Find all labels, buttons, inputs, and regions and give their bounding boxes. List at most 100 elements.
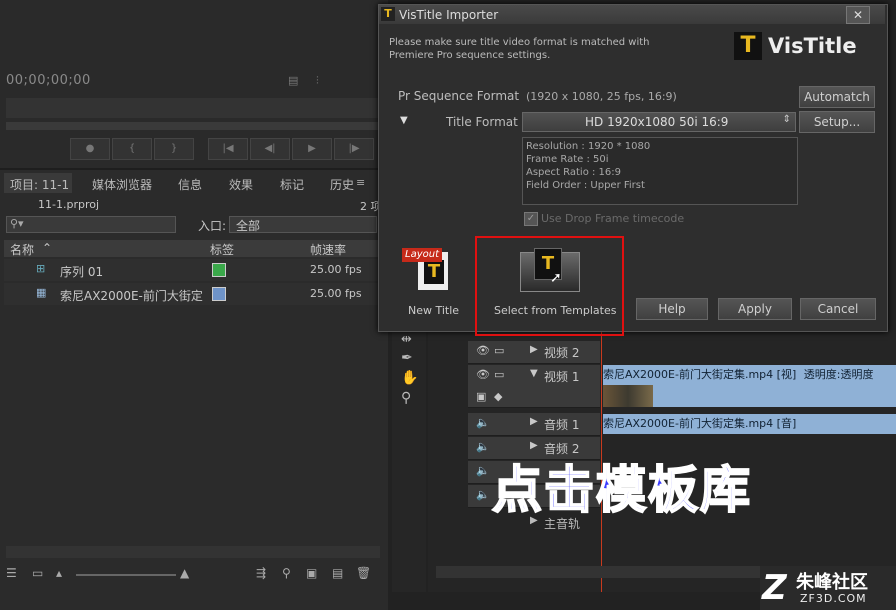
speaker-icon[interactable]: 🔈 (476, 416, 490, 429)
eye-icon[interactable]: 👁 (476, 368, 490, 381)
monitor-scrubber[interactable] (6, 98, 380, 118)
slide-tool-icon[interactable]: ⇹ (401, 332, 412, 347)
title-format-label: Title Format (446, 115, 518, 129)
track-audio-1[interactable]: 🔈 ▶ 音频 1 (468, 413, 600, 436)
project-scrollbar[interactable] (6, 546, 380, 558)
project-item-row[interactable]: ▦ 索尼AX2000E-前门大街定 25.00 fps (4, 283, 384, 305)
label-swatch (212, 263, 226, 277)
speaker-icon[interactable]: 🔈 (476, 488, 490, 501)
go-to-in-button[interactable]: |◀ (208, 138, 248, 160)
list-view-icon[interactable]: ☰ (6, 566, 17, 580)
sequence-format-label: Pr Sequence Format (398, 89, 520, 103)
automatch-button[interactable]: Automatch (799, 86, 875, 108)
project-item-row[interactable]: ⊞ 序列 01 25.00 fps (4, 259, 384, 281)
hand-tool-icon[interactable]: ✋ (401, 370, 418, 386)
expand-icon[interactable]: ▶ (530, 416, 538, 427)
title-format-select[interactable]: HD 1920x1080 50i 16:9 ⇕ (522, 112, 796, 132)
setup-button[interactable]: Setup... (799, 111, 875, 133)
audio-waveform-icon[interactable]: ⫶ (316, 74, 319, 88)
project-item-fps: 25.00 fps (310, 287, 362, 300)
drop-frame-label: Use Drop Frame timecode (541, 212, 685, 225)
step-forward-button[interactable]: |▶ (334, 138, 374, 160)
search-input[interactable]: ⚲▾ (6, 216, 176, 233)
speaker-icon[interactable]: 🔈 (476, 464, 490, 477)
find-icon[interactable]: ⚲ (282, 566, 291, 580)
collapse-icon[interactable]: ▼ (530, 368, 538, 379)
column-label[interactable]: 标签 (210, 241, 234, 258)
zoom-tool-icon[interactable]: ⚲ (401, 390, 411, 406)
filmstrip-icon[interactable]: ▭ (494, 368, 504, 381)
video-clip[interactable]: 索尼AX2000E-前门大街定集.mp4 [视] 透明度:透明度 (603, 365, 896, 385)
expand-icon[interactable]: ▶ (530, 344, 538, 355)
cancel-button[interactable]: Cancel (800, 298, 876, 320)
tab-effects[interactable]: 效果 (229, 176, 253, 193)
delete-icon[interactable]: 🗑 (356, 566, 371, 580)
new-item-icon[interactable]: ▤ (332, 566, 343, 580)
speaker-icon[interactable]: 🔈 (476, 440, 490, 453)
tab-media-browser[interactable]: 媒体浏览器 (92, 176, 152, 193)
track-name: 视频 2 (544, 346, 580, 360)
eye-icon[interactable]: 👁 (476, 344, 490, 357)
drop-frame-checkbox[interactable]: ✓ (524, 212, 538, 226)
marker-button[interactable]: ● (70, 138, 110, 160)
zoom-in-icon[interactable]: ▲ (180, 566, 189, 580)
chevron-updown-icon: ⇕ (782, 114, 791, 125)
app-logo-icon: T (381, 7, 395, 21)
sort-ascending-icon[interactable]: ⌃ (42, 241, 52, 255)
icon-view-icon[interactable]: ▭ (32, 566, 43, 580)
help-button[interactable]: Help (636, 298, 708, 320)
audio-clip[interactable]: 索尼AX2000E-前门大街定集.mp4 [音] (603, 414, 896, 434)
new-title-label[interactable]: New Title (408, 304, 459, 317)
track-video-2[interactable]: 👁 ▭ ▶ 视频 2 (468, 341, 600, 364)
display-style-icon[interactable]: ▣ (476, 390, 486, 403)
clip-thumbnail (603, 385, 653, 407)
safe-margin-icon[interactable]: ▤ (288, 74, 298, 87)
tab-history[interactable]: 历史 (330, 176, 354, 193)
apply-button[interactable]: Apply (718, 298, 792, 320)
inpoint-select[interactable]: 全部 (229, 216, 377, 233)
filmstrip-icon[interactable]: ▭ (494, 344, 504, 357)
monitor-timebar[interactable] (6, 122, 380, 130)
automate-icon[interactable]: ⇶ (256, 566, 266, 580)
panel-menu-icon[interactable]: ≡ (356, 176, 365, 189)
tab-info[interactable]: 信息 (178, 176, 202, 193)
project-file: 11-1.prproj (38, 198, 100, 211)
opacity-dropdown[interactable]: 透明度:透明度 (804, 368, 874, 381)
info-resolution: Resolution : 1920 * 1080 (526, 141, 651, 152)
zoom-out-icon[interactable]: ▴ (56, 566, 62, 580)
watermark-brand: 朱峰社区 (796, 572, 868, 593)
step-back-button[interactable]: ◀| (250, 138, 290, 160)
pen-tool-icon[interactable]: ✒ (401, 350, 413, 366)
zoom-slider[interactable] (76, 574, 176, 576)
audio-clip-label: 索尼AX2000E-前门大街定集.mp4 [音] (603, 417, 797, 430)
video-clip-label: 索尼AX2000E-前门大街定集.mp4 [视] (603, 368, 797, 381)
track-name: 音频 1 (544, 418, 580, 432)
vistitle-logo-icon: T (734, 32, 762, 60)
mark-out-button[interactable]: } (154, 138, 194, 160)
project-item-name: 序列 01 (60, 265, 104, 279)
project-bottom-toolbar: ☰ ▭ ▴ ▲ ⇶ ⚲ ▣ ▤ 🗑 (4, 566, 384, 584)
tab-project[interactable]: 项目: 11-1 (10, 176, 69, 193)
column-framerate[interactable]: 帧速率 (310, 241, 346, 258)
info-field-order: Field Order : Upper First (526, 180, 645, 191)
timecode: 00;00;00;00 (6, 73, 91, 88)
video-clip-body[interactable] (653, 385, 896, 407)
vistitle-logo-text: VisTitle (768, 34, 857, 58)
tab-markers[interactable]: 标记 (280, 176, 304, 193)
sequence-format-value: (1920 x 1080, 25 fps, 16:9) (526, 90, 677, 103)
new-title-icon[interactable]: T Layout (402, 246, 450, 292)
info-aspect: Aspect Ratio : 16:9 (526, 167, 622, 178)
track-video-1[interactable]: 👁 ▭ ▼ 视频 1 ▣ ◆ (468, 365, 600, 408)
keyframe-icon[interactable]: ◆ (494, 390, 502, 403)
inpoint-label: 入口: (198, 219, 227, 233)
collapse-options-icon[interactable]: ▼ (400, 115, 408, 126)
layout-badge: Layout (402, 248, 442, 262)
column-name[interactable]: 名称 (10, 241, 34, 258)
watermark-url: ZF3D.COM (800, 592, 867, 605)
new-bin-icon[interactable]: ▣ (306, 566, 317, 580)
play-button[interactable]: ▶ (292, 138, 332, 160)
close-button[interactable]: ✕ (846, 6, 870, 24)
mark-in-button[interactable]: { (112, 138, 152, 160)
tutorial-caption: 点击模板库 (491, 460, 752, 520)
highlight-box (475, 236, 624, 336)
